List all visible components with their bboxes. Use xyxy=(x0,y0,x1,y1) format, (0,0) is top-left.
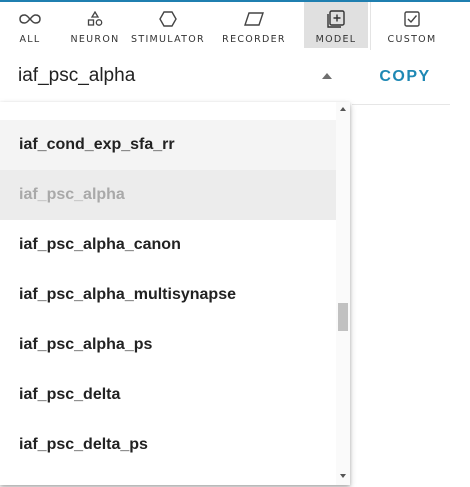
model-option[interactable]: iaf_psc_delta_ps xyxy=(0,420,336,470)
node-type-toolbar: ALL NEURON STIMULATOR RECORDER MODEL CUS… xyxy=(0,2,470,50)
model-option[interactable]: iaf_psc_delta xyxy=(0,370,336,420)
scroll-up-arrow-icon[interactable] xyxy=(340,107,346,111)
caret-up-icon[interactable] xyxy=(322,73,332,79)
plus-box-icon xyxy=(325,10,347,28)
checkbox-icon xyxy=(401,10,423,28)
parallelogram-icon xyxy=(243,10,265,28)
toolbar-button-recorder[interactable]: RECORDER xyxy=(206,2,302,50)
model-option[interactable]: iaf_psc_alpha_ps xyxy=(0,320,336,370)
infinity-icon xyxy=(19,10,41,28)
toolbar-label: RECORDER xyxy=(222,34,286,45)
toolbar-label: STIMULATOR xyxy=(131,34,205,45)
toolbar-label: NEURON xyxy=(70,34,120,45)
model-dropdown-menu: iaf_cond_exp_sfa_rr iaf_psc_alpha iaf_ps… xyxy=(0,102,350,485)
scrollbar-thumb[interactable] xyxy=(338,303,348,331)
hexagon-icon xyxy=(157,10,179,28)
toolbar-button-model[interactable]: MODEL xyxy=(302,2,370,50)
dropdown-scrollbar[interactable] xyxy=(336,102,350,485)
toolbar-label: ALL xyxy=(19,34,41,45)
model-option[interactable]: iaf_psc_alpha_multisynapse xyxy=(0,270,336,320)
toolbar-button-all[interactable]: ALL xyxy=(0,2,60,50)
model-option-list: iaf_cond_exp_sfa_rr iaf_psc_alpha iaf_ps… xyxy=(0,120,336,470)
model-option[interactable]: iaf_cond_exp_sfa_rr xyxy=(0,120,336,170)
toolbar-button-neuron[interactable]: NEURON xyxy=(60,2,130,50)
toolbar-button-stimulator[interactable]: STIMULATOR xyxy=(130,2,206,50)
model-select[interactable]: iaf_psc_alpha xyxy=(0,50,350,103)
toolbar-label: CUSTOM xyxy=(387,34,437,45)
toolbar-label: MODEL xyxy=(315,34,357,45)
scroll-down-arrow-icon[interactable] xyxy=(340,474,346,478)
copy-button[interactable]: COPY xyxy=(370,64,440,90)
neuron-icon xyxy=(84,10,106,28)
model-select-value: iaf_psc_alpha xyxy=(18,65,136,86)
model-option[interactable]: iaf_psc_alpha_canon xyxy=(0,220,336,270)
model-option-selected[interactable]: iaf_psc_alpha xyxy=(0,170,336,220)
toolbar-button-custom[interactable]: CUSTOM xyxy=(370,2,453,50)
divider xyxy=(352,104,450,105)
